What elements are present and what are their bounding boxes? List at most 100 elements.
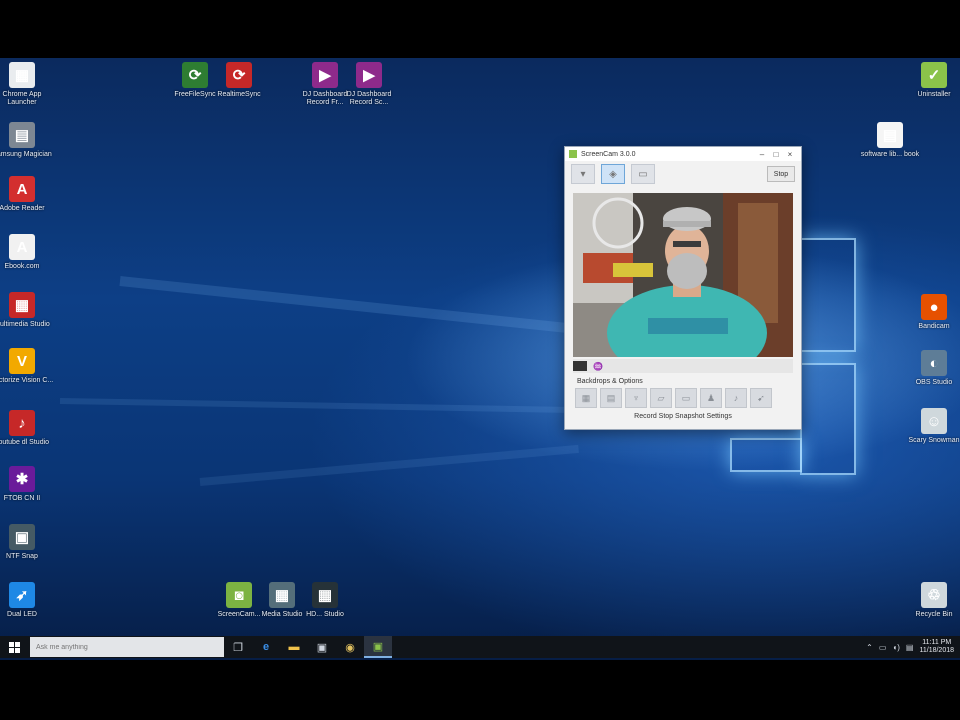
windows-logo-pane bbox=[800, 363, 856, 475]
backdrops-label: Backdrops & Options bbox=[577, 378, 643, 385]
globe-icon: ◐ bbox=[921, 350, 947, 376]
desktop-shortcut[interactable]: ▦ Multimedia Studio bbox=[0, 292, 54, 329]
desktop-shortcut-label: software lib... book bbox=[860, 151, 920, 158]
search-input[interactable] bbox=[30, 637, 224, 657]
backdrop-thumbnail[interactable]: ▭ bbox=[675, 388, 697, 408]
minimize-button[interactable]: – bbox=[755, 150, 769, 159]
desktop-shortcut[interactable]: ▤ Samsung Magician bbox=[0, 122, 54, 159]
desktop-shortcut[interactable]: ☺ Scary Snowman bbox=[902, 408, 960, 445]
toolbar: ▾ ◈ ▭ Stop bbox=[565, 161, 801, 187]
webcam-preview bbox=[573, 193, 793, 357]
video-folder-icon: ▶ bbox=[312, 62, 338, 88]
backdrop-thumbnail[interactable]: ▱ bbox=[650, 388, 672, 408]
clapper-icon: ▦ bbox=[312, 582, 338, 608]
action-center-icon[interactable]: ▤ bbox=[906, 643, 914, 652]
desktop-shortcut[interactable]: ✱ FTOB CN II bbox=[0, 466, 54, 503]
screen-icon: ▭ bbox=[638, 168, 648, 180]
desktop-shortcut[interactable]: ✓ Uninstaller bbox=[902, 62, 960, 99]
desktop-shortcut-label: youtube dl Studio bbox=[0, 439, 50, 446]
webcam-icon: ◈ bbox=[609, 168, 617, 180]
webcam-image bbox=[573, 193, 793, 357]
desktop-shortcut[interactable]: ♪ youtube dl Studio bbox=[0, 410, 54, 447]
pdf-icon: A bbox=[9, 234, 35, 260]
taskbar-file-explorer[interactable]: ▬ bbox=[280, 636, 308, 658]
desktop-shortcut[interactable]: A Adobe Reader bbox=[0, 176, 54, 213]
thumbnail-button[interactable] bbox=[573, 361, 587, 371]
windows-start-icon bbox=[8, 641, 20, 653]
desktop-shortcut-label: HD... Studio bbox=[306, 611, 344, 618]
sync-green-icon: ⟳ bbox=[182, 62, 208, 88]
desktop-shortcut[interactable]: ▦ Chrome App Launcher bbox=[0, 62, 54, 107]
store-icon: ▣ bbox=[316, 641, 328, 654]
volume-icon[interactable]: ◖) bbox=[892, 643, 900, 652]
desktop-shortcut[interactable]: ➶ Dual LED bbox=[0, 582, 54, 619]
network-icon[interactable]: ▭ bbox=[879, 643, 887, 652]
window-titlebar[interactable]: ScreenCam 3.0.0 – □ × bbox=[565, 147, 801, 161]
start-button[interactable] bbox=[0, 636, 28, 658]
taskbar-store[interactable]: ▣ bbox=[308, 636, 336, 658]
v-logo-icon: V bbox=[9, 348, 35, 374]
screen-icon: ▣ bbox=[9, 524, 35, 550]
recycle-bin-icon: ♲ bbox=[921, 582, 947, 608]
maximize-button[interactable]: □ bbox=[769, 150, 783, 159]
desktop-shortcut-label: Bandicam bbox=[918, 323, 950, 330]
close-button[interactable]: × bbox=[783, 150, 797, 159]
task-view-icon: ❐ bbox=[233, 641, 243, 654]
desktop-shortcut[interactable]: ▶ DJ Dashboard Record Sc... bbox=[337, 62, 401, 107]
desktop-shortcut-label: DJ Dashboard Record Sc... bbox=[346, 91, 392, 106]
taskbar: ❐ e ▬ ▣ ◉ ▣ ⌃ ▭ ◖) ▤ 11:11 PM 11/18/2018 bbox=[0, 636, 960, 658]
edge-icon: e bbox=[262, 641, 270, 653]
desktop-shortcut-label: Uninstaller bbox=[917, 91, 951, 98]
record-mode-button[interactable]: ▾ bbox=[571, 164, 595, 184]
desktop-shortcut-label: FTOB CN II bbox=[3, 495, 41, 502]
taskbar-app[interactable]: ◉ bbox=[336, 636, 364, 658]
screen-mode-button[interactable]: ▭ bbox=[631, 164, 655, 184]
video-folder-icon: ▶ bbox=[356, 62, 382, 88]
desktop-shortcut-label: Samsung Magician bbox=[0, 151, 52, 158]
taskbar-screencam[interactable]: ▣ bbox=[364, 636, 392, 658]
task-view-button[interactable]: ❐ bbox=[224, 636, 252, 658]
wing-icon: ➶ bbox=[9, 582, 35, 608]
desktop-shortcut[interactable]: A Ebook.com bbox=[0, 234, 54, 271]
desktop-shortcut-label: Vectorize Vision C... bbox=[0, 377, 54, 384]
desktop-shortcut[interactable]: ▣ NTF Snap bbox=[0, 524, 54, 561]
desktop-shortcut-label: Dual LED bbox=[7, 611, 37, 618]
bandicam-icon: ● bbox=[921, 294, 947, 320]
desktop-shortcut-label: Chrome App Launcher bbox=[2, 91, 42, 106]
desktop-shortcut-label: Multimedia Studio bbox=[0, 321, 50, 328]
desktop-shortcut-label: OBS Studio bbox=[915, 379, 953, 386]
stop-button[interactable]: Stop bbox=[767, 166, 795, 182]
alien-icon: ☺ bbox=[921, 408, 947, 434]
youtube-icon: ♪ bbox=[9, 410, 35, 436]
backdrop-thumbnail[interactable]: ♪ bbox=[725, 388, 747, 408]
windows-logo-pane bbox=[800, 238, 856, 352]
desktop-shortcut[interactable]: V Vectorize Vision C... bbox=[0, 348, 54, 385]
screencam-window[interactable]: ScreenCam 3.0.0 – □ × ▾ ◈ ▭ Stop ♒ Backd… bbox=[564, 146, 802, 430]
clapper-icon: ▦ bbox=[269, 582, 295, 608]
desktop-shortcut[interactable]: ♲ Recycle Bin bbox=[902, 582, 960, 619]
desktop: ▦ Chrome App Launcher ▤ Samsung Magician A Ad… bbox=[0, 58, 960, 660]
desktop-shortcut-label: Adobe Reader bbox=[0, 205, 45, 212]
desktop-shortcut[interactable]: ▦ HD... Studio bbox=[293, 582, 357, 619]
desktop-shortcut[interactable]: ⟳ RealtimeSync bbox=[207, 62, 271, 99]
clock[interactable]: 11:11 PM 11/18/2018 bbox=[919, 639, 954, 655]
settings-app-icon: ◉ bbox=[345, 641, 355, 654]
folder-icon: ▬ bbox=[288, 641, 300, 653]
backdrop-thumbnail[interactable]: ➹ bbox=[750, 388, 772, 408]
clock-date: 11/18/2018 bbox=[919, 647, 954, 654]
chevron-up-icon[interactable]: ⌃ bbox=[866, 643, 873, 652]
taskbar-edge[interactable]: e bbox=[252, 636, 280, 658]
backdrop-thumbnail[interactable]: ♟ bbox=[700, 388, 722, 408]
desktop-shortcut[interactable]: ● Bandicam bbox=[902, 294, 960, 331]
effects-icon[interactable]: ♒ bbox=[593, 362, 603, 371]
desktop-shortcut[interactable]: ◐ OBS Studio bbox=[902, 350, 960, 387]
clock-time: 11:11 PM bbox=[922, 639, 952, 646]
preview-controls: ♒ bbox=[573, 359, 793, 373]
webcam-mode-button[interactable]: ◈ bbox=[601, 164, 625, 184]
backdrop-thumbnail[interactable]: ▦ bbox=[575, 388, 597, 408]
status-bar: Record Stop Snapshot Settings bbox=[634, 413, 732, 420]
backdrop-thumbnail[interactable]: ▤ bbox=[600, 388, 622, 408]
app-launcher-icon: ▦ bbox=[9, 62, 35, 88]
desktop-shortcut[interactable]: ▤ software lib... book bbox=[858, 122, 922, 159]
backdrop-thumbnail[interactable]: ♆ bbox=[625, 388, 647, 408]
